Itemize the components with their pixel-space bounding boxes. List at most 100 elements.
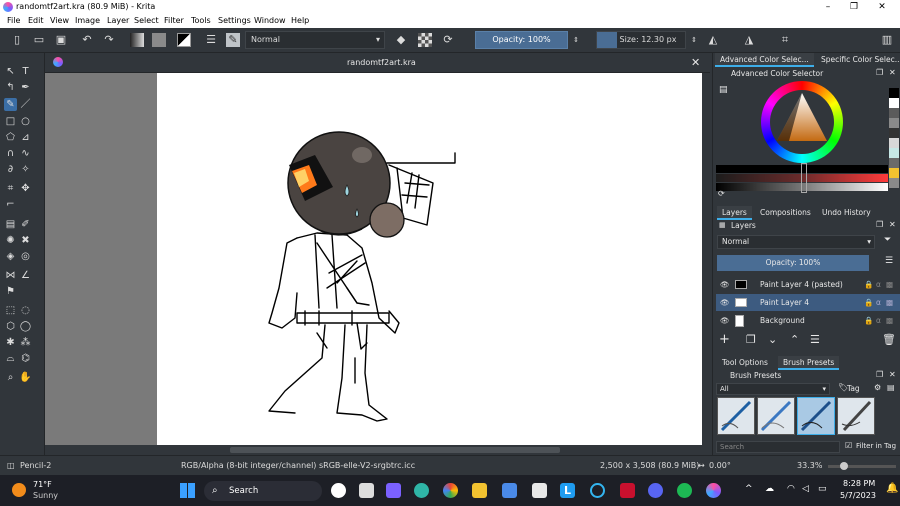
layer-opacity-slider[interactable]: Opacity: 100%: [717, 255, 869, 271]
color-hue-ring[interactable]: [761, 81, 843, 163]
bezier-tool-icon[interactable]: ∩: [4, 147, 17, 160]
undo-icon[interactable]: ↶: [80, 33, 94, 47]
edge-app-icon[interactable]: [414, 483, 429, 498]
presets-float-icon[interactable]: ❐: [876, 370, 883, 379]
mcafee-icon[interactable]: [620, 483, 635, 498]
app-l-icon[interactable]: L: [560, 483, 575, 498]
polygon-select-tool-icon[interactable]: ⬡: [4, 320, 17, 333]
layer-row-background[interactable]: 👁 Background 🔒 α ▩: [716, 312, 900, 329]
preset-search-input[interactable]: Search: [716, 441, 840, 453]
rectangle-tool-icon[interactable]: □: [4, 115, 17, 128]
rotation-label[interactable]: 0.00°: [709, 461, 731, 470]
calligraphy-tool-icon[interactable]: ✒: [19, 81, 32, 94]
layer-filter-icon[interactable]: ⏷: [884, 235, 891, 245]
zoom-slider-handle[interactable]: [840, 462, 848, 470]
ellipse-tool-icon[interactable]: ○: [19, 115, 32, 128]
float-docker-icon[interactable]: ❐: [876, 68, 883, 77]
color-model-label[interactable]: RGB/Alpha (8-bit integer/channel) sRGB-e…: [181, 461, 415, 470]
reload-preset-icon[interactable]: ⟳: [441, 33, 455, 47]
brush-preset-icon[interactable]: ✎: [226, 33, 240, 47]
add-layer-icon[interactable]: +: [719, 332, 730, 347]
document-tab-title[interactable]: randomtf2art.kra: [347, 58, 416, 67]
color-triangle[interactable]: [775, 91, 829, 147]
measure-tool-icon[interactable]: ∠: [19, 269, 32, 282]
brush-preset-tile-selected[interactable]: [797, 397, 835, 435]
workspace-icon[interactable]: ▥: [880, 33, 894, 47]
zoom-slider[interactable]: [828, 462, 896, 470]
menu-view[interactable]: View: [50, 16, 69, 25]
color-refresh-icon[interactable]: ⟳: [718, 189, 725, 198]
layer-row-paint-layer-4-pasted[interactable]: 👁 Paint Layer 4 (pasted) 🔒 α ▩: [716, 276, 900, 293]
freehand-path-tool-icon[interactable]: ∿: [19, 147, 32, 160]
menu-file[interactable]: File: [7, 16, 20, 25]
menu-select[interactable]: Select: [134, 16, 159, 25]
redo-icon[interactable]: ↷: [102, 33, 116, 47]
enclose-fill-tool-icon[interactable]: ◎: [19, 250, 32, 263]
mirror-horizontal-icon[interactable]: ◭: [706, 33, 720, 47]
gradient-tool-icon[interactable]: ▤: [4, 218, 17, 231]
lock-icon[interactable]: 🔒: [864, 294, 873, 311]
visibility-eye-icon[interactable]: 👁: [720, 312, 730, 329]
alpha-icon[interactable]: α: [876, 294, 881, 311]
menu-settings[interactable]: Settings: [218, 16, 251, 25]
brush-preset-tile[interactable]: [757, 397, 795, 435]
color-selector-settings-icon[interactable]: ▤: [719, 85, 728, 95]
tab-advanced-color-selector[interactable]: Advanced Color Selec...: [715, 53, 814, 67]
battery-icon[interactable]: ▭: [818, 484, 827, 494]
tab-brush-presets[interactable]: Brush Presets: [778, 356, 840, 370]
foreground-background-color-icon[interactable]: [177, 33, 191, 47]
layers-close-icon[interactable]: ✕: [889, 220, 896, 229]
text-tool-icon[interactable]: T: [19, 65, 32, 78]
opacity-spin-icon[interactable]: ⇕: [569, 33, 583, 47]
inherit-alpha-icon[interactable]: ▩: [886, 294, 893, 311]
alpha-lock-icon[interactable]: [418, 33, 432, 47]
close-document-button[interactable]: ✕: [691, 56, 700, 69]
visibility-eye-icon[interactable]: 👁: [720, 276, 730, 293]
layer-options-icon[interactable]: ☰: [885, 256, 893, 266]
assistant-tool-icon[interactable]: ⋈: [4, 269, 17, 282]
vertical-scrollbar[interactable]: [702, 73, 710, 445]
weather-temp[interactable]: 71°F: [33, 480, 52, 489]
contiguous-select-tool-icon[interactable]: ✱: [4, 336, 17, 349]
mirror-vertical-icon[interactable]: ◮: [742, 33, 756, 47]
freehand-select-tool-icon[interactable]: ◯: [19, 320, 32, 333]
weather-desc[interactable]: Sunny: [33, 491, 58, 500]
horizontal-scrollbar[interactable]: [45, 445, 710, 455]
tab-compositions[interactable]: Compositions: [755, 206, 816, 220]
menu-layer[interactable]: Layer: [107, 16, 129, 25]
blend-mode-select[interactable]: Normal ▾: [245, 31, 385, 49]
wrap-around-icon[interactable]: ⌗: [778, 33, 792, 47]
move-tool-icon[interactable]: ✥: [19, 182, 32, 195]
inherit-alpha-icon[interactable]: ▩: [886, 312, 893, 329]
tray-chevron-up-icon[interactable]: ^: [745, 484, 753, 494]
tag-label[interactable]: Tag: [847, 384, 860, 393]
alpha-icon[interactable]: α: [876, 312, 881, 329]
similar-select-tool-icon[interactable]: ⁂: [19, 336, 32, 349]
maximize-button[interactable]: ❐: [840, 1, 868, 13]
freehand-brush-tool-icon[interactable]: ✎: [4, 98, 17, 111]
smart-patch-tool-icon[interactable]: ✖: [19, 234, 32, 247]
cortana-icon[interactable]: [590, 483, 605, 498]
app-icon[interactable]: [532, 483, 547, 498]
menu-image[interactable]: Image: [75, 16, 100, 25]
taskbar-search-box[interactable]: ⌕ Search: [204, 481, 322, 501]
preset-filter-select[interactable]: All ▾: [716, 383, 830, 395]
lock-icon[interactable]: 🔒: [864, 312, 873, 329]
windows-start-icon[interactable]: [180, 483, 195, 498]
color-picker-tool-icon[interactable]: ✐: [19, 218, 32, 231]
minimize-button[interactable]: –: [814, 1, 842, 13]
menu-tools[interactable]: Tools: [191, 16, 211, 25]
ellipse-select-tool-icon[interactable]: ◌: [19, 304, 32, 317]
save-icon[interactable]: ▣: [54, 33, 68, 47]
gradient-icon[interactable]: [130, 33, 144, 47]
polygon-tool-icon[interactable]: ⬠: [4, 131, 17, 144]
weather-sun-icon[interactable]: [12, 483, 26, 497]
size-spin-icon[interactable]: ⇕: [687, 33, 701, 47]
magnetic-select-tool-icon[interactable]: ⌬: [19, 352, 32, 365]
bezier-select-tool-icon[interactable]: ⌓: [4, 352, 17, 365]
store-app-icon[interactable]: [502, 483, 517, 498]
menu-filter[interactable]: Filter: [164, 16, 184, 25]
pan-tool-icon[interactable]: ✋: [19, 371, 32, 384]
layer-properties-icon[interactable]: ☰: [810, 333, 820, 346]
color-slider-marker[interactable]: [801, 163, 807, 193]
